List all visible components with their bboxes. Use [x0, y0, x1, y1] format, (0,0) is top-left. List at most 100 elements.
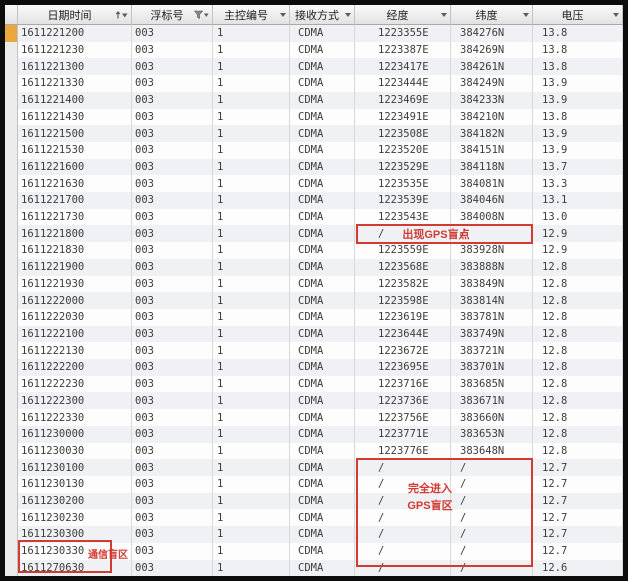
cell-buoy[interactable]: 003 — [132, 209, 213, 226]
cell-datetime[interactable]: 1611221730 — [18, 209, 132, 226]
row-selector[interactable] — [5, 543, 18, 560]
row-selector[interactable] — [5, 276, 18, 293]
cell-datetime[interactable]: 1611221600 — [18, 159, 132, 176]
cell-buoy[interactable]: 003 — [132, 58, 213, 75]
cell-receive[interactable]: CDMA — [290, 276, 355, 293]
cell-datetime[interactable]: 1611222330 — [18, 409, 132, 426]
cell-buoy[interactable]: 003 — [132, 476, 213, 493]
cell-voltage[interactable]: 13.8 — [533, 42, 623, 59]
cell-master[interactable]: 1 — [213, 376, 290, 393]
cell-master[interactable]: 1 — [213, 476, 290, 493]
cell-receive[interactable]: CDMA — [290, 192, 355, 209]
cell-master[interactable]: 1 — [213, 42, 290, 59]
cell-voltage[interactable]: 12.7 — [533, 459, 623, 476]
cell-datetime[interactable]: 1611222230 — [18, 376, 132, 393]
cell-receive[interactable]: CDMA — [290, 493, 355, 510]
row-selector[interactable] — [5, 159, 18, 176]
row-selector[interactable] — [5, 309, 18, 326]
cell-voltage[interactable]: 12.8 — [533, 259, 623, 276]
cell-voltage[interactable]: 13.9 — [533, 92, 623, 109]
cell-longitude[interactable]: 1223387E — [355, 42, 451, 59]
cell-longitude[interactable]: 1223543E — [355, 209, 451, 226]
cell-receive[interactable]: CDMA — [290, 292, 355, 309]
row-selector[interactable] — [5, 292, 18, 309]
cell-longitude[interactable]: 1223417E — [355, 58, 451, 75]
cell-receive[interactable]: CDMA — [290, 309, 355, 326]
cell-latitude[interactable]: 384269N — [451, 42, 533, 59]
cell-longitude[interactable]: 1223520E — [355, 142, 451, 159]
cell-latitude[interactable]: 384210N — [451, 109, 533, 126]
cell-receive[interactable]: CDMA — [290, 58, 355, 75]
cell-master[interactable]: 1 — [213, 175, 290, 192]
cell-buoy[interactable]: 003 — [132, 42, 213, 59]
cell-buoy[interactable]: 003 — [132, 225, 213, 242]
cell-buoy[interactable]: 003 — [132, 25, 213, 42]
column-header-voltage[interactable]: 电压 — [533, 5, 623, 25]
chevron-down-icon[interactable] — [441, 13, 447, 17]
cell-latitude[interactable]: 383781N — [451, 309, 533, 326]
cell-voltage[interactable]: 12.9 — [533, 242, 623, 259]
chevron-down-icon[interactable] — [523, 13, 529, 17]
cell-datetime[interactable]: 1611230000 — [18, 426, 132, 443]
cell-longitude[interactable]: 1223695E — [355, 359, 451, 376]
cell-master[interactable]: 1 — [213, 359, 290, 376]
cell-longitude[interactable]: 1223491E — [355, 109, 451, 126]
cell-longitude[interactable]: 1223582E — [355, 276, 451, 293]
cell-receive[interactable]: CDMA — [290, 242, 355, 259]
cell-voltage[interactable]: 13.3 — [533, 175, 623, 192]
cell-voltage[interactable]: 12.9 — [533, 225, 623, 242]
cell-voltage[interactable]: 13.7 — [533, 159, 623, 176]
cell-receive[interactable]: CDMA — [290, 142, 355, 159]
column-header-receive[interactable]: 接收方式 — [290, 5, 355, 25]
cell-buoy[interactable]: 003 — [132, 459, 213, 476]
cell-latitude[interactable]: 383671N — [451, 392, 533, 409]
cell-receive[interactable]: CDMA — [290, 92, 355, 109]
cell-datetime[interactable]: 1611222200 — [18, 359, 132, 376]
cell-voltage[interactable]: 12.8 — [533, 326, 623, 343]
cell-master[interactable]: 1 — [213, 509, 290, 526]
row-selector[interactable] — [5, 209, 18, 226]
cell-buoy[interactable]: 003 — [132, 109, 213, 126]
cell-latitude[interactable]: 384233N — [451, 92, 533, 109]
cell-receive[interactable]: CDMA — [290, 376, 355, 393]
cell-voltage[interactable]: 13.9 — [533, 75, 623, 92]
cell-voltage[interactable]: 12.8 — [533, 359, 623, 376]
cell-master[interactable]: 1 — [213, 459, 290, 476]
cell-buoy[interactable]: 003 — [132, 326, 213, 343]
cell-voltage[interactable]: 13.0 — [533, 209, 623, 226]
cell-buoy[interactable]: 003 — [132, 259, 213, 276]
cell-datetime[interactable]: 1611221830 — [18, 242, 132, 259]
cell-longitude[interactable]: 1223559E — [355, 242, 451, 259]
cell-voltage[interactable]: 13.8 — [533, 25, 623, 42]
cell-master[interactable]: 1 — [213, 526, 290, 543]
row-selector[interactable] — [5, 342, 18, 359]
column-header-master[interactable]: 主控编号 — [213, 5, 290, 25]
cell-buoy[interactable]: 003 — [132, 543, 213, 560]
cell-master[interactable]: 1 — [213, 225, 290, 242]
cell-longitude[interactable]: 1223444E — [355, 75, 451, 92]
cell-buoy[interactable]: 003 — [132, 409, 213, 426]
cell-longitude[interactable]: 1223508E — [355, 125, 451, 142]
cell-master[interactable]: 1 — [213, 75, 290, 92]
cell-buoy[interactable]: 003 — [132, 342, 213, 359]
select-all-corner[interactable] — [5, 5, 18, 25]
cell-master[interactable]: 1 — [213, 342, 290, 359]
cell-latitude[interactable]: 384081N — [451, 175, 533, 192]
cell-longitude[interactable]: 1223598E — [355, 292, 451, 309]
cell-datetime[interactable]: 1611221630 — [18, 175, 132, 192]
cell-master[interactable]: 1 — [213, 409, 290, 426]
cell-voltage[interactable]: 13.1 — [533, 192, 623, 209]
cell-longitude[interactable]: 1223568E — [355, 259, 451, 276]
row-selector[interactable] — [5, 242, 18, 259]
cell-buoy[interactable]: 003 — [132, 242, 213, 259]
row-selector[interactable] — [5, 376, 18, 393]
cell-master[interactable]: 1 — [213, 309, 290, 326]
row-selector[interactable] — [5, 75, 18, 92]
column-header-datetime[interactable]: 日期时间 — [18, 5, 132, 25]
cell-latitude[interactable]: 384008N — [451, 209, 533, 226]
cell-master[interactable]: 1 — [213, 560, 290, 577]
cell-datetime[interactable]: 1611221200 — [18, 25, 132, 42]
cell-buoy[interactable]: 003 — [132, 142, 213, 159]
cell-receive[interactable]: CDMA — [290, 175, 355, 192]
cell-buoy[interactable]: 003 — [132, 125, 213, 142]
